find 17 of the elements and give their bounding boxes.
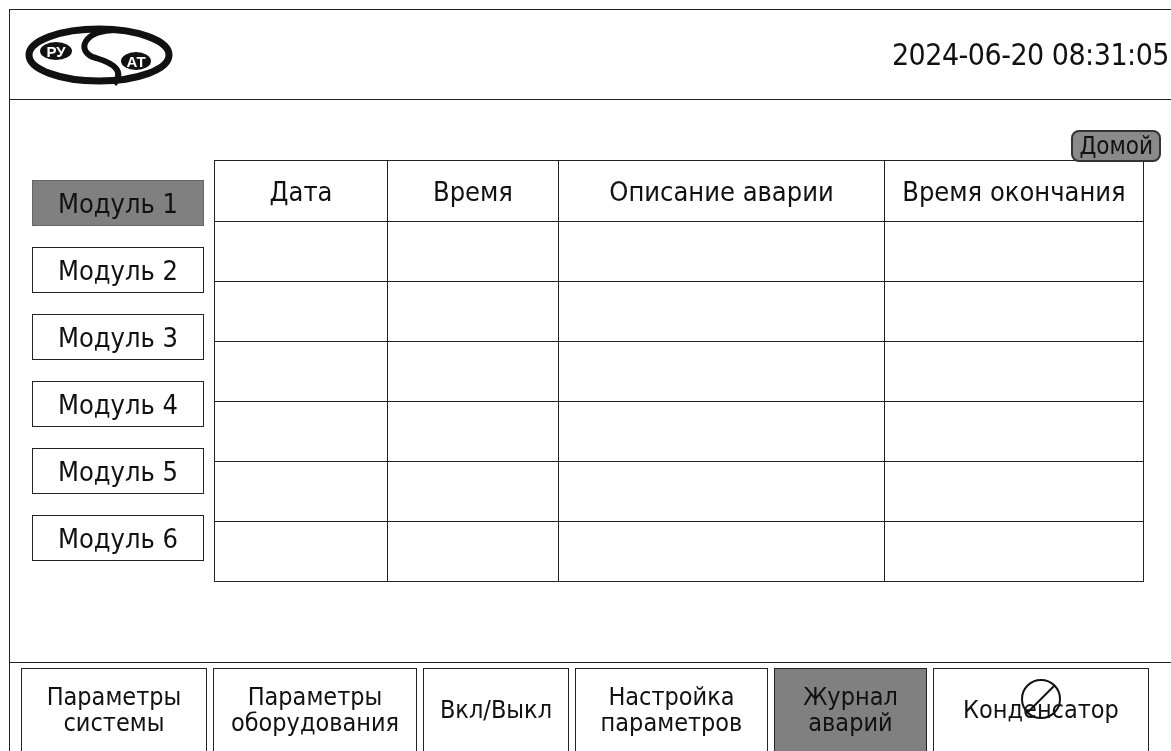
module-button[interactable]: Модуль 2 <box>32 247 204 293</box>
datetime: 2024-06-20 08:31:05 <box>891 37 1169 72</box>
nav-tab[interactable]: Журнал аварий <box>774 668 927 751</box>
home-button[interactable]: Домой <box>1071 130 1161 162</box>
module-button[interactable]: Модуль 3 <box>32 314 204 360</box>
column-header: Описание аварии <box>558 160 885 222</box>
nav-tab[interactable]: Вкл/Выкл <box>423 668 569 751</box>
nav-tab[interactable]: Параметры оборудования <box>213 668 417 751</box>
nav-tab[interactable]: Параметры системы <box>21 668 207 751</box>
module-button[interactable]: Модуль 5 <box>32 448 204 494</box>
module-button[interactable]: Модуль 6 <box>32 515 204 561</box>
column-header: Дата <box>214 160 388 222</box>
nav-tab[interactable]: Настройка параметров <box>575 668 768 751</box>
column-header: Время окончания <box>884 160 1144 222</box>
column-header: Время <box>387 160 559 222</box>
module-button[interactable]: Модуль 4 <box>32 381 204 427</box>
module-button[interactable]: Модуль 1 <box>32 180 204 226</box>
